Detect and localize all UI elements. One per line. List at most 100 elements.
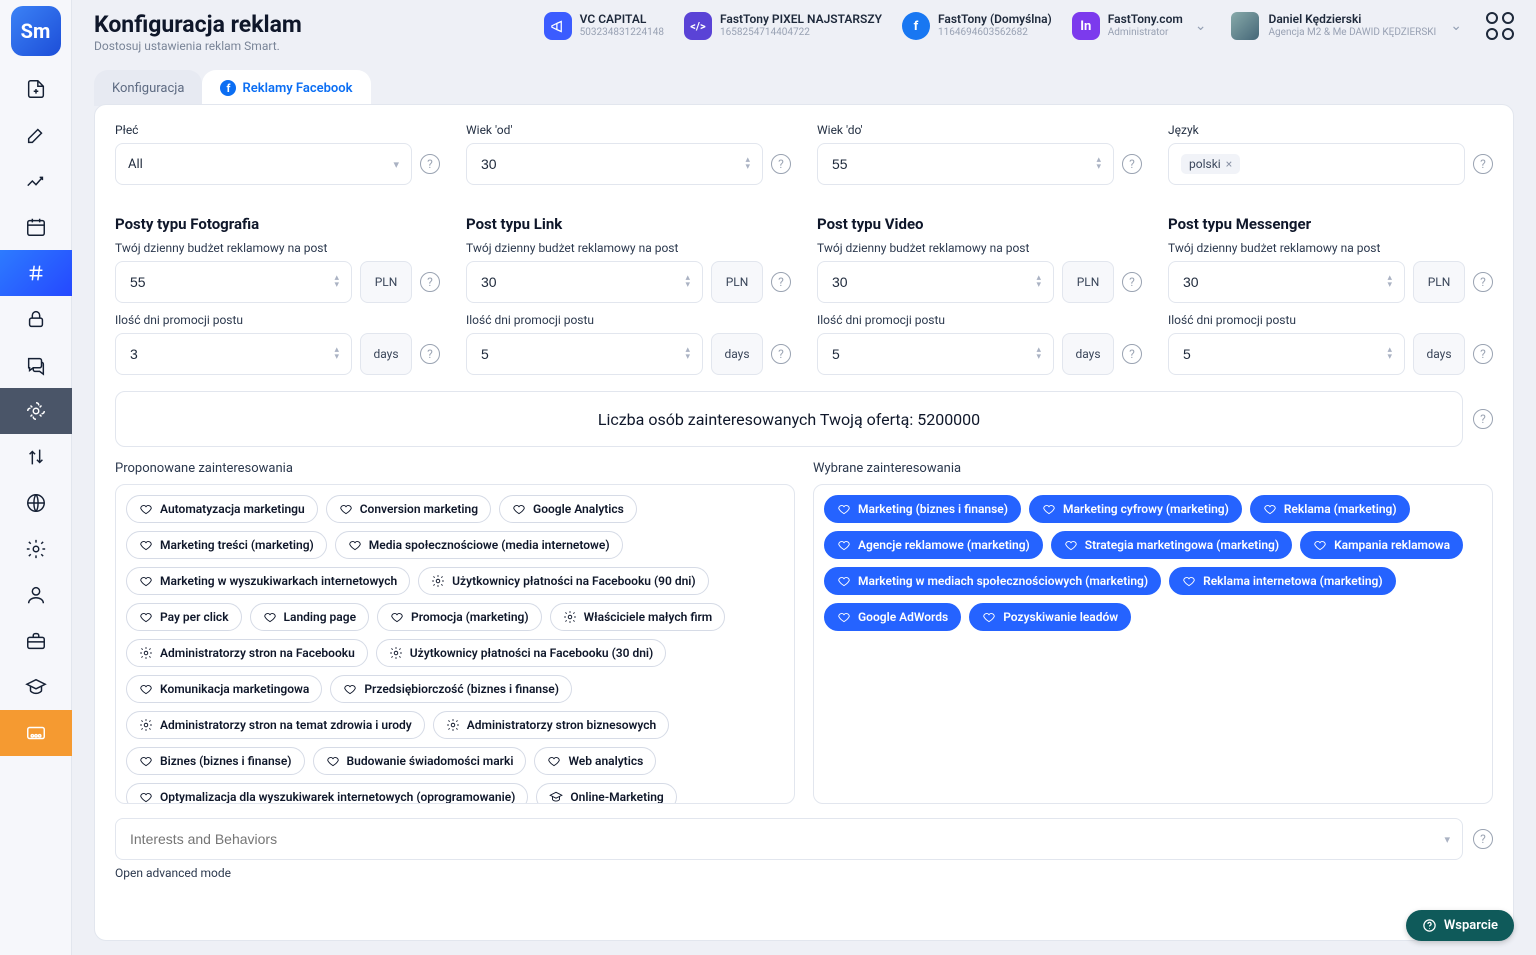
- interest-chip[interactable]: Web analytics: [534, 747, 656, 775]
- number-stepper[interactable]: ▴▾: [334, 347, 339, 361]
- account-fasttony-default[interactable]: f FastTony (Domyślna) 1164694603562682: [902, 12, 1052, 40]
- nav-stats[interactable]: [0, 158, 72, 204]
- help-icon[interactable]: ?: [1122, 344, 1142, 364]
- tab-reklamy-facebook[interactable]: f Reklamy Facebook: [202, 70, 370, 106]
- interest-chip[interactable]: Google Analytics: [499, 495, 637, 523]
- chevron-down-icon[interactable]: ⌄: [1191, 18, 1211, 34]
- interest-chip[interactable]: Conversion marketing: [326, 495, 491, 523]
- language-chip[interactable]: polski ×: [1181, 154, 1240, 174]
- nav-ai[interactable]: [0, 388, 72, 434]
- interest-chip[interactable]: Komunikacja marketingowa: [126, 675, 322, 703]
- interest-chip[interactable]: Marketing w wyszukiwarkach internetowych: [126, 567, 410, 595]
- number-stepper[interactable]: ▴▾: [1096, 157, 1101, 171]
- account-pixel[interactable]: </> FastTony PIXEL NAJSTARSZY 1658254714…: [684, 12, 882, 40]
- budget-value[interactable]: [1181, 273, 1387, 291]
- interest-chip-selected[interactable]: Pozyskiwanie leadów: [969, 603, 1131, 631]
- budget-value[interactable]: [479, 273, 685, 291]
- interest-chip[interactable]: Budowanie świadomości marki: [313, 747, 527, 775]
- age-to-input[interactable]: ▴▾: [817, 143, 1114, 185]
- app-logo[interactable]: Sm: [11, 6, 61, 56]
- age-from-input[interactable]: ▴▾: [466, 143, 763, 185]
- number-stepper[interactable]: ▴▾: [1387, 347, 1392, 361]
- nav-chat[interactable]: [0, 342, 72, 388]
- number-stepper[interactable]: ▴▾: [334, 275, 339, 289]
- interest-chip[interactable]: Promocja (marketing): [377, 603, 542, 631]
- interest-chip[interactable]: Administratorzy stron na temat zdrowia i…: [126, 711, 425, 739]
- interest-chip[interactable]: Landing page: [250, 603, 370, 631]
- interest-chip[interactable]: Właściciele małych firm: [550, 603, 726, 631]
- help-icon[interactable]: ?: [1473, 409, 1493, 429]
- budget-link-input[interactable]: ▴▾: [466, 261, 703, 303]
- apps-grid-icon[interactable]: [1486, 12, 1514, 40]
- interest-chip-selected[interactable]: Google AdWords: [824, 603, 961, 631]
- interest-chip-selected[interactable]: Marketing (biznes i finanse): [824, 495, 1021, 523]
- account-instagram[interactable]: In FastTony.com Administrator ⌄: [1072, 12, 1211, 40]
- age-to-value[interactable]: [830, 155, 1096, 173]
- nav-user[interactable]: [0, 572, 72, 618]
- budget-value[interactable]: [830, 273, 1036, 291]
- interests-search-input[interactable]: ▾: [115, 818, 1463, 860]
- days-value[interactable]: [128, 345, 334, 363]
- number-stepper[interactable]: ▴▾: [685, 275, 690, 289]
- interest-chip[interactable]: Przedsiębiorczość (biznes i finanse): [330, 675, 572, 703]
- age-from-value[interactable]: [479, 155, 745, 173]
- days-msgr-input[interactable]: ▴▾: [1168, 333, 1405, 375]
- help-icon[interactable]: ?: [420, 272, 440, 292]
- number-stepper[interactable]: ▴▾: [745, 157, 750, 171]
- help-icon[interactable]: ?: [1473, 344, 1493, 364]
- interest-chip[interactable]: Online-Marketing: [536, 783, 676, 804]
- nav-hashtag[interactable]: [0, 250, 72, 296]
- nav-team[interactable]: [0, 710, 72, 756]
- number-stepper[interactable]: ▴▾: [1036, 275, 1041, 289]
- interest-chip[interactable]: Marketing treści (marketing): [126, 531, 327, 559]
- gender-select[interactable]: All ▾: [115, 143, 412, 185]
- interest-chip[interactable]: Użytkownicy płatności na Facebooku (90 d…: [418, 567, 708, 595]
- interest-chip[interactable]: Optymalizacja dla wyszukiwarek interneto…: [126, 783, 528, 804]
- support-button[interactable]: Wsparcie: [1406, 910, 1514, 941]
- interest-chip-selected[interactable]: Reklama internetowa (marketing): [1169, 567, 1396, 595]
- days-link-input[interactable]: ▴▾: [466, 333, 703, 375]
- account-vc-capital[interactable]: VC CAPITAL 503234831224148: [544, 12, 664, 40]
- help-icon[interactable]: ?: [1473, 829, 1493, 849]
- help-icon[interactable]: ?: [1473, 154, 1493, 174]
- help-icon[interactable]: ?: [771, 344, 791, 364]
- help-icon[interactable]: ?: [1122, 272, 1142, 292]
- interest-chip[interactable]: Biznes (biznes i finanse): [126, 747, 305, 775]
- help-icon[interactable]: ?: [420, 344, 440, 364]
- interest-chip-selected[interactable]: Marketing cyfrowy (marketing): [1029, 495, 1242, 523]
- nav-globe[interactable]: [0, 480, 72, 526]
- days-video-input[interactable]: ▴▾: [817, 333, 1054, 375]
- number-stepper[interactable]: ▴▾: [685, 347, 690, 361]
- interest-chip-selected[interactable]: Kampania reklamowa: [1300, 531, 1463, 559]
- interest-chip-selected[interactable]: Reklama (marketing): [1250, 495, 1410, 523]
- budget-photo-input[interactable]: ▴▾: [115, 261, 352, 303]
- nav-calendar[interactable]: [0, 204, 72, 250]
- help-icon[interactable]: ?: [1122, 154, 1142, 174]
- interest-chip-selected[interactable]: Marketing w mediach społecznościowych (m…: [824, 567, 1161, 595]
- tab-konfiguracja[interactable]: Konfiguracja: [94, 70, 202, 106]
- language-select[interactable]: polski ×: [1168, 143, 1465, 185]
- interest-chip[interactable]: Automatyzacja marketingu: [126, 495, 318, 523]
- interests-search-field[interactable]: [128, 830, 1444, 848]
- nav-education[interactable]: [0, 664, 72, 710]
- help-icon[interactable]: ?: [771, 272, 791, 292]
- close-icon[interactable]: ×: [1226, 157, 1232, 171]
- budget-value[interactable]: [128, 273, 334, 291]
- user-menu[interactable]: Daniel Kędzierski Agencja M2 & Me DAWID …: [1231, 12, 1466, 40]
- nav-briefcase[interactable]: [0, 618, 72, 664]
- days-photo-input[interactable]: ▴▾: [115, 333, 352, 375]
- budget-video-input[interactable]: ▴▾: [817, 261, 1054, 303]
- help-icon[interactable]: ?: [420, 154, 440, 174]
- chevron-down-icon[interactable]: ⌄: [1446, 18, 1466, 34]
- number-stepper[interactable]: ▴▾: [1387, 275, 1392, 289]
- help-icon[interactable]: ?: [771, 154, 791, 174]
- nav-edit[interactable]: [0, 112, 72, 158]
- nav-new-doc[interactable]: [0, 66, 72, 112]
- interest-chip-selected[interactable]: Agencje reklamowe (marketing): [824, 531, 1043, 559]
- nav-transfer[interactable]: [0, 434, 72, 480]
- days-value[interactable]: [479, 345, 685, 363]
- number-stepper[interactable]: ▴▾: [1036, 347, 1041, 361]
- nav-lock[interactable]: [0, 296, 72, 342]
- interest-chip[interactable]: Użytkownicy płatności na Facebooku (30 d…: [376, 639, 666, 667]
- nav-settings[interactable]: [0, 526, 72, 572]
